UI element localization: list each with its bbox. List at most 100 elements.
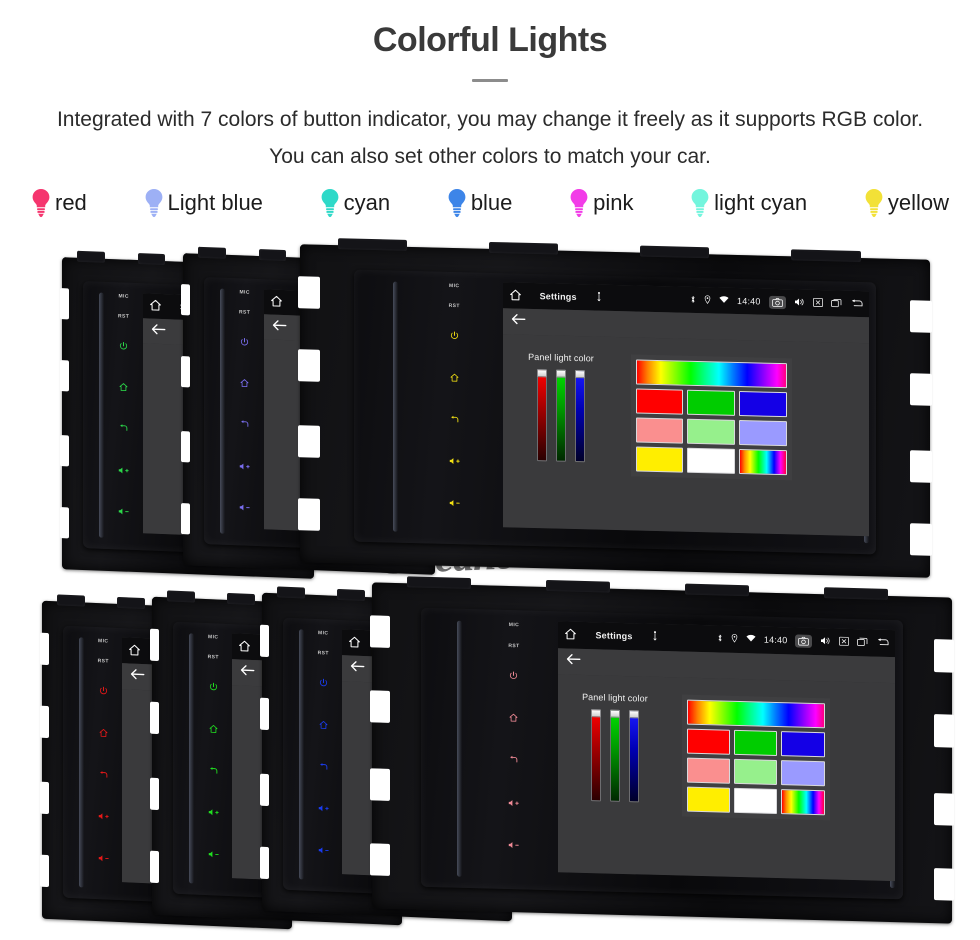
status-home-icon[interactable] [238,639,251,655]
swatch-blue[interactable] [738,390,787,418]
back-arrow-icon[interactable] [151,322,166,341]
home-icon[interactable] [450,369,459,387]
legend-item-yellow: yellow [864,188,949,218]
home-icon[interactable] [509,709,518,727]
back-arrow-icon[interactable] [272,318,287,337]
swatch-green[interactable] [733,730,778,757]
back-icon[interactable] [450,410,459,428]
volume-down-icon[interactable] [508,836,520,854]
slider-knob[interactable] [628,710,639,719]
swatch-blue[interactable] [781,731,825,758]
status-back-arrow-icon[interactable] [850,298,863,309]
status-home-icon[interactable] [128,643,141,659]
swatch-yellow[interactable] [686,787,730,814]
back-icon[interactable] [509,751,518,769]
spectrum-bar[interactable] [686,700,825,729]
home-icon[interactable] [319,716,328,734]
power-icon[interactable] [209,678,218,696]
volume-down-icon[interactable] [98,849,109,867]
volume-up-icon[interactable] [449,452,460,470]
status-home-icon[interactable] [270,294,283,309]
back-icon[interactable] [99,766,108,784]
status-volume-icon[interactable] [820,636,831,647]
volume-down-icon[interactable] [118,502,129,520]
android-screen[interactable]: Settings 14:40 Panel light color [558,621,896,882]
slider-knob[interactable] [590,709,601,718]
volume-down-icon[interactable] [208,845,219,863]
volume-up-icon[interactable] [208,803,219,821]
title-divider [472,79,508,83]
swatch-yellow[interactable] [635,446,684,473]
back-arrow-icon[interactable] [240,663,255,682]
status-back-arrow-icon[interactable] [876,637,889,648]
status-close-box-icon[interactable] [839,636,850,647]
volume-down-icon[interactable] [449,494,460,512]
swatch-rainbow[interactable] [738,448,787,476]
red-slider[interactable] [537,368,548,462]
status-recents-icon[interactable] [857,637,868,648]
head-unit-top-unit-yellow[interactable]: MIC RST Settings 14:40 Panel light color [298,238,932,578]
slider-knob[interactable] [537,368,548,378]
swatch-periwinkle[interactable] [738,419,787,447]
home-icon[interactable] [99,724,108,742]
blue-slider[interactable] [628,710,639,803]
swatch-white[interactable] [733,788,778,815]
power-icon[interactable] [99,682,108,700]
swatch-green[interactable] [687,389,735,416]
status-home-icon[interactable] [509,288,522,303]
back-arrow-icon[interactable] [511,312,526,330]
android-screen[interactable]: Settings 14:40 Panel light color [502,282,869,537]
swatch-red[interactable] [686,729,730,756]
status-home-icon[interactable] [149,298,162,313]
swatch-rainbow[interactable] [781,789,825,816]
header: Colorful Lights Integrated with 7 colors… [0,0,980,176]
slider-knob[interactable] [575,369,586,379]
swatch-salmon[interactable] [635,417,684,444]
back-icon[interactable] [240,416,249,434]
power-icon[interactable] [509,667,518,685]
volume-up-icon[interactable] [508,794,520,812]
green-slider[interactable] [609,710,620,803]
back-arrow-icon[interactable] [130,667,145,686]
home-icon[interactable] [119,378,128,396]
slider-knob[interactable] [609,710,620,719]
home-icon[interactable] [240,374,249,392]
spectrum-bar[interactable] [635,359,787,389]
green-slider[interactable] [556,369,567,462]
red-slider[interactable] [590,709,601,802]
device-row-top: MICRSTSettings14:40MICRSTSettings14:40MI… [0,238,980,582]
back-icon[interactable] [319,758,328,776]
status-home-icon[interactable] [564,627,577,642]
home-icon[interactable] [209,720,218,738]
swatch-white[interactable] [687,447,735,474]
head-unit-bottom-unit-pink[interactable]: MIC RST Settings 14:40 Panel light color [370,576,954,924]
status-volume-icon[interactable] [794,297,805,308]
volume-down-icon[interactable] [318,841,329,859]
power-icon[interactable] [319,674,328,692]
swatch-lightgreen[interactable] [687,418,735,445]
volume-up-icon[interactable] [239,457,250,475]
swatch-lightgreen[interactable] [733,759,778,786]
swatch-salmon[interactable] [686,758,730,785]
power-icon[interactable] [450,327,459,345]
swatch-periwinkle[interactable] [781,760,825,787]
status-close-box-icon[interactable] [812,297,823,309]
legend-label: yellow [887,189,949,215]
back-icon[interactable] [119,420,128,438]
slider-knob[interactable] [556,369,567,378]
blue-slider[interactable] [575,369,586,463]
status-camera-icon[interactable] [768,295,786,309]
back-arrow-icon[interactable] [566,652,581,670]
volume-up-icon[interactable] [318,799,329,817]
back-arrow-icon[interactable] [350,659,365,678]
back-icon[interactable] [209,762,218,780]
volume-up-icon[interactable] [98,807,109,825]
swatch-red[interactable] [635,388,684,415]
volume-up-icon[interactable] [118,461,129,479]
status-recents-icon[interactable] [830,298,842,309]
volume-down-icon[interactable] [239,498,250,516]
status-camera-icon[interactable] [795,634,813,648]
power-icon[interactable] [240,333,249,351]
status-home-icon[interactable] [348,635,361,651]
power-icon[interactable] [119,337,128,355]
